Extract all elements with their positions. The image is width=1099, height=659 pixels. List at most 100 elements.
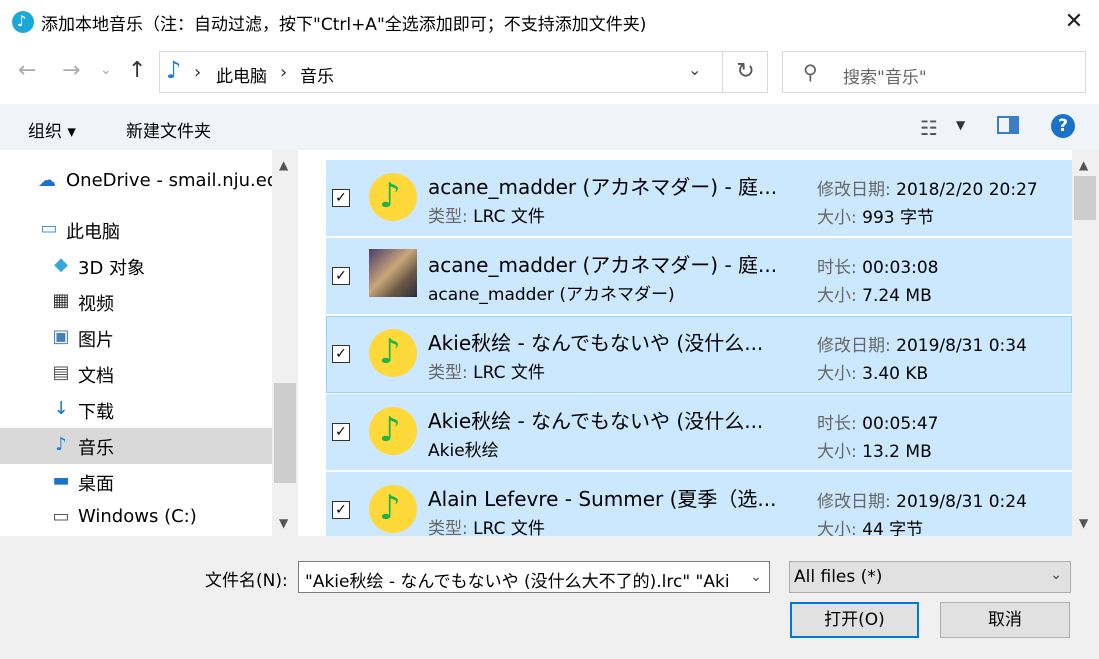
file-artist: Akie秋绘: [428, 441, 499, 461]
sidebar-item-documents[interactable]: ▤ 文档: [0, 356, 272, 392]
file-modified: 修改日期: 2019/8/31 0:24: [817, 487, 1027, 512]
file-duration-value: 00:03:08: [862, 258, 939, 278]
file-type-value: LRC 文件: [473, 519, 545, 536]
desktop-icon: ▬: [52, 470, 70, 491]
file-modified: 修改日期: 2018/2/20 20:27: [817, 175, 1038, 200]
file-size: 大小: 13.2 MB: [817, 437, 932, 462]
forward-arrow-icon[interactable]: →: [62, 58, 80, 83]
up-arrow-icon[interactable]: ↑: [128, 58, 146, 83]
toolbar: 组织 ▾ 新建文件夹 ☷ ▼: [0, 104, 1099, 150]
filename-input[interactable]: "Akie秋绘 - なんでもないや (没什么大不了的).lrc" "Aki ⌄: [298, 561, 770, 593]
file-name: acane_madder (アカネマダー) - 庭...: [428, 175, 778, 199]
sidebar-item-onedrive[interactable]: ☁ OneDrive - smail.nju.edu: [0, 164, 290, 200]
file-type: 类型: LRC 文件: [428, 202, 545, 227]
file-row[interactable]: ✓ acane_madder (アカネマダー) - 庭... 类型: LRC 文…: [326, 160, 1072, 237]
sidebar-item-downloads[interactable]: ↓ 下载: [0, 392, 272, 428]
preview-pane-icon[interactable]: [997, 116, 1019, 134]
breadcrumb-this-pc[interactable]: 此电脑: [216, 62, 267, 87]
sidebar-item-label: 下载: [78, 402, 114, 423]
row-checkbox[interactable]: ✓: [332, 189, 350, 207]
download-icon: ↓: [53, 398, 69, 419]
cloud-icon: ☁: [38, 170, 56, 191]
file-modified-value: 2018/2/20 20:27: [896, 180, 1038, 200]
file-name: Alain Lefevre - Summer (夏季（选...: [428, 487, 777, 511]
sidebar-item-label: Windows (C:): [78, 506, 197, 527]
file-type-label: 类型:: [428, 363, 468, 383]
sidebar-item-music[interactable]: ♪ 音乐: [0, 428, 272, 464]
file-row[interactable]: ✓ Akie秋绘 - なんでもないや (没什么... Akie秋绘 时长: 00…: [326, 394, 1072, 471]
open-button[interactable]: 打开(O): [790, 602, 919, 638]
scroll-up-icon[interactable]: ▲: [1079, 158, 1088, 172]
sidebar-item-label: OneDrive - smail.nju.edu: [66, 170, 290, 191]
qq-music-icon: [369, 329, 417, 377]
qq-music-icon: [369, 407, 417, 455]
organize-button[interactable]: 组织 ▾: [28, 117, 76, 142]
file-modified-label: 修改日期:: [817, 180, 891, 200]
file-size-label: 大小:: [817, 208, 857, 228]
sidebar-scroll-thumb[interactable]: [274, 383, 296, 483]
file-type-label: 类型:: [428, 519, 468, 536]
music-icon: ♪: [55, 434, 67, 455]
file-size-value: 44 字节: [862, 520, 924, 536]
music-icon: ♪: [166, 56, 182, 84]
sidebar-item-label: 文档: [78, 366, 114, 387]
sidebar-item-desktop[interactable]: ▬ 桌面: [0, 464, 272, 500]
back-arrow-icon[interactable]: ←: [18, 58, 36, 83]
chevron-down-icon[interactable]: ⌄: [743, 562, 769, 592]
file-type: 类型: LRC 文件: [428, 514, 545, 536]
scroll-down-icon[interactable]: ▼: [1079, 516, 1088, 530]
sidebar-item-pictures[interactable]: ▣ 图片: [0, 320, 272, 356]
file-size: 大小: 3.40 KB: [817, 359, 928, 384]
file-size-value: 13.2 MB: [862, 442, 932, 462]
sidebar-item-label: 图片: [78, 330, 114, 351]
file-type-value: LRC 文件: [473, 207, 545, 227]
cube-icon: ◆: [54, 254, 68, 275]
file-row[interactable]: ✓ Akie秋绘 - なんでもないや (没什么... 类型: LRC 文件 修改…: [326, 316, 1072, 393]
file-type-select[interactable]: All files (*) ⌄: [789, 561, 1071, 593]
qq-music-icon: [369, 173, 417, 221]
close-button[interactable]: ✕: [1055, 4, 1093, 40]
new-folder-button[interactable]: 新建文件夹: [126, 117, 211, 142]
row-checkbox[interactable]: ✓: [332, 423, 350, 441]
file-size-value: 3.40 KB: [862, 364, 929, 384]
file-list-scroll-thumb[interactable]: [1074, 176, 1096, 220]
refresh-button[interactable]: ↻: [722, 51, 768, 93]
row-checkbox[interactable]: ✓: [332, 345, 350, 363]
file-duration-value: 00:05:47: [862, 414, 939, 434]
scroll-down-icon[interactable]: ▼: [279, 516, 288, 530]
drive-icon: ▭: [52, 506, 70, 527]
sidebar-item-drive-c[interactable]: ▭ Windows (C:): [0, 500, 272, 536]
address-bar[interactable]: ♪ › 此电脑 › 音乐 ⌄: [159, 51, 768, 93]
view-options-icon[interactable]: ☷: [920, 116, 938, 140]
help-icon[interactable]: ?: [1051, 114, 1075, 138]
recent-locations-dropdown-icon[interactable]: ⌄: [100, 62, 112, 78]
file-duration: 时长: 00:03:08: [817, 253, 939, 278]
sidebar-item-label: 3D 对象: [78, 258, 146, 279]
file-type: 类型: LRC 文件: [428, 358, 545, 383]
row-checkbox[interactable]: ✓: [332, 267, 350, 285]
file-modified-value: 2019/8/31 0:24: [896, 492, 1027, 512]
filename-label: 文件名(N):: [205, 571, 288, 591]
sidebar-item-videos[interactable]: ▦ 视频: [0, 284, 272, 320]
file-type-label: 类型:: [428, 207, 468, 227]
navigation-pane: ☁ OneDrive - smail.nju.edu ▭ 此电脑 ◆ 3D 对象…: [0, 150, 298, 536]
file-row[interactable]: ✓ Alain Lefevre - Summer (夏季（选... 类型: LR…: [326, 472, 1072, 536]
sidebar-item-3d-objects[interactable]: ◆ 3D 对象: [0, 248, 272, 284]
file-modified-value: 2019/8/31 0:34: [896, 336, 1027, 356]
sidebar-item-this-pc[interactable]: ▭ 此电脑: [0, 212, 272, 248]
scroll-up-icon[interactable]: ▲: [279, 158, 288, 172]
file-artist: acane_madder (アカネマダー): [428, 285, 675, 305]
file-modified-label: 修改日期:: [817, 492, 891, 512]
dialog-footer: [0, 536, 1099, 659]
row-checkbox[interactable]: ✓: [332, 501, 350, 519]
chevron-down-icon: ⌄: [1050, 567, 1062, 583]
view-dropdown-icon[interactable]: ▼: [956, 118, 965, 132]
album-art-icon: [369, 249, 417, 297]
picture-icon: ▣: [52, 326, 70, 347]
chevron-down-icon[interactable]: ⌄: [688, 60, 701, 79]
file-row[interactable]: ✓ acane_madder (アカネマダー) - 庭... acane_mad…: [326, 238, 1072, 315]
cancel-button[interactable]: 取消: [940, 602, 1070, 638]
search-input[interactable]: ⚲ 搜索"音乐": [782, 51, 1086, 93]
breadcrumb-music[interactable]: 音乐: [300, 62, 334, 87]
file-size-label: 大小:: [817, 364, 857, 384]
